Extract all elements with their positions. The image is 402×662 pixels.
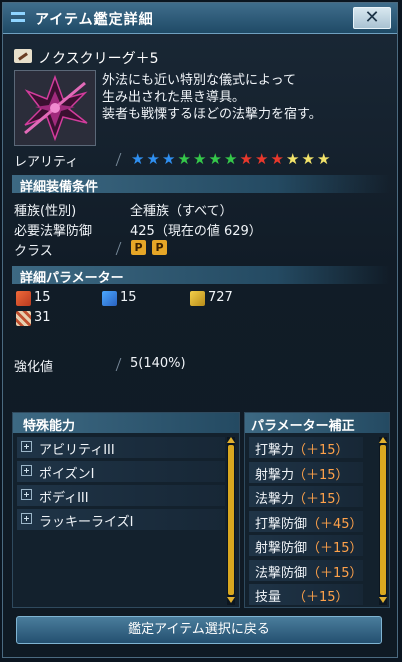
expand-icon: [21, 441, 32, 452]
bonus-row: 射撃力 （＋15）: [249, 461, 363, 483]
ability-label: アビリティIII: [39, 443, 115, 458]
bonus-value: （＋15）: [307, 565, 363, 581]
requirement-label: 必要法撃防御: [14, 224, 93, 239]
description-line: 外法にも近い特別な儀式によって: [102, 73, 296, 88]
bonus-scrollbar[interactable]: [379, 437, 387, 605]
bonus-value: （＋15）: [293, 443, 349, 458]
bonus-label: 射撃力: [255, 467, 295, 483]
scroll-down-icon[interactable]: [227, 597, 235, 603]
back-to-selection-button[interactable]: 鑑定アイテム選択に戻る: [16, 616, 382, 644]
striking-attack-icon: [16, 291, 31, 306]
abilities-header: 特殊能力: [13, 413, 239, 434]
bonus-label: 打撃力: [255, 443, 295, 458]
rarity-stars: ★ ★ ★ ★ ★ ★ ★ ★ ★ ★ ★ ★ ★: [130, 151, 332, 167]
grind-label: 強化値: [14, 360, 54, 375]
rarity-label: レアリティ: [14, 155, 79, 170]
param-value: 727: [208, 290, 233, 305]
scroll-down-icon[interactable]: [379, 597, 387, 603]
bonus-label: 打撃防御: [255, 516, 308, 532]
description-line: 生み出された黒き導具。: [102, 90, 246, 105]
param-value: 15: [34, 290, 51, 305]
race-value: 全種族（すべて）: [130, 204, 233, 219]
close-icon: ✕: [364, 7, 380, 28]
rarity-star-icon: ★: [317, 150, 331, 168]
ability-row[interactable]: ポイズンI: [17, 461, 225, 482]
bonus-row: 法撃力 （＋15）: [249, 486, 363, 507]
bonus-value: （＋15）: [307, 541, 363, 556]
scroll-up-icon[interactable]: [227, 437, 235, 443]
bonus-row: 法撃防御 （＋15）: [249, 559, 363, 581]
special-abilities-panel: 特殊能力 アビリティIII ポイズンI ボディIII ラッキーライズI: [12, 412, 240, 608]
section-title: 詳細パラメーター: [20, 271, 124, 286]
technique-attack-icon: [190, 291, 205, 306]
panel-title: 特殊能力: [23, 419, 76, 434]
ability-row[interactable]: ラッキーライズI: [17, 509, 225, 530]
scroll-thumb[interactable]: [380, 445, 386, 595]
class-badge-icon: P: [131, 240, 146, 255]
rarity-star-icon: ★: [301, 150, 315, 168]
dexterity-icon: [16, 311, 31, 326]
scroll-thumb[interactable]: [228, 445, 234, 595]
scroll-up-icon[interactable]: [379, 437, 387, 443]
race-label: 種族(性別): [14, 204, 77, 219]
expand-icon: [21, 465, 32, 476]
rarity-star-icon: ★: [146, 150, 160, 168]
bonus-row: 打撃力 （＋15）: [249, 437, 363, 458]
section-title: 詳細装備条件: [20, 180, 99, 195]
title-deco-icon: [11, 12, 25, 22]
parameters-header: 詳細パラメーター: [12, 266, 390, 286]
rarity-star-icon: ★: [177, 150, 191, 168]
ability-row[interactable]: ボディIII: [17, 485, 225, 506]
rarity-star-icon: ★: [239, 150, 253, 168]
abilities-scrollbar[interactable]: [227, 437, 235, 605]
ability-label: ポイズンI: [39, 467, 95, 482]
bonus-label: 法撃力: [255, 492, 295, 507]
expand-icon: [21, 489, 32, 500]
param-value: 31: [34, 310, 51, 325]
ranged-attack-icon: [102, 291, 117, 306]
bonus-value: （＋15）: [293, 590, 349, 605]
rarity-star-icon: ★: [224, 150, 238, 168]
bonus-label: 技量: [255, 590, 282, 605]
rarity-star-icon: ★: [162, 150, 176, 168]
grind-value: 5(140%): [130, 356, 186, 371]
title-bar: アイテム鑑定詳細 ✕: [3, 3, 397, 34]
equip-conditions-header: 詳細装備条件: [12, 175, 390, 195]
weapon-category-icon: [14, 49, 32, 63]
bonus-value: （＋15）: [293, 492, 349, 507]
bonus-value: （＋45）: [307, 516, 363, 532]
rarity-star-icon: ★: [286, 150, 300, 168]
bonus-row: 打撃防御 （＋45）: [249, 510, 363, 532]
rarity-star-icon: ★: [193, 150, 207, 168]
bonus-value: （＋15）: [293, 467, 349, 483]
item-description: 外法にも近い特別な儀式によって 生み出された黒き導具。 装者も戦慄するほどの法撃…: [102, 72, 392, 123]
ability-label: ラッキーライズI: [39, 515, 134, 530]
rarity-star-icon: ★: [131, 150, 145, 168]
item-name: ノクスクリーグ＋5: [38, 51, 159, 67]
ability-row[interactable]: アビリティIII: [17, 437, 225, 458]
bonus-header: パラメーター補正: [245, 413, 389, 434]
rarity-star-icon: ★: [255, 150, 269, 168]
requirement-value: 425（現在の値 629）: [130, 224, 262, 239]
button-label: 鑑定アイテム選択に戻る: [128, 622, 270, 637]
rarity-star-icon: ★: [208, 150, 222, 168]
ability-label: ボディIII: [39, 491, 89, 506]
item-thumbnail-icon: [15, 71, 95, 145]
class-label: クラス: [14, 244, 53, 259]
item-image: [14, 70, 96, 146]
expand-icon: [21, 513, 32, 524]
window-title: アイテム鑑定詳細: [35, 12, 154, 28]
rarity-star-icon: ★: [270, 150, 284, 168]
bonus-row: 技量 （＋15）: [249, 584, 363, 605]
description-line: 装者も戦慄するほどの法撃力を宿す。: [102, 107, 322, 122]
close-button[interactable]: ✕: [353, 7, 391, 29]
class-badge-icon: P: [152, 240, 167, 255]
panel-title: パラメーター補正: [251, 419, 355, 434]
param-value: 15: [120, 290, 137, 305]
bonus-label: 法撃防御: [255, 565, 308, 581]
parameter-bonus-panel: パラメーター補正 打撃力 （＋15） 射撃力 （＋15） 法撃力 （＋15） 打撃防御 （＋4…: [244, 412, 390, 608]
bonus-row: 射撃防御 （＋15）: [249, 535, 363, 556]
bonus-label: 射撃防御: [255, 541, 308, 556]
